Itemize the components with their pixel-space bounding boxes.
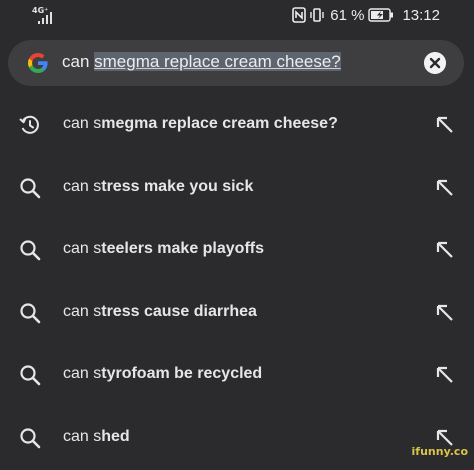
query-selected-text: smegma replace cream cheese? <box>94 52 341 71</box>
signal-bars-icon <box>38 12 52 24</box>
fill-query-arrow-icon[interactable] <box>434 177 456 199</box>
suggestion-item[interactable]: can stress make you sick <box>0 157 474 220</box>
battery-percent: 61 % <box>330 6 365 24</box>
battery-charging-icon <box>368 8 394 22</box>
suggestion-item[interactable]: can steelers make playoffs <box>0 219 474 282</box>
suggestion-text: can styrofoam be recycled <box>63 365 262 383</box>
close-icon[interactable] <box>424 52 446 74</box>
suggestion-typed-part: can s <box>63 365 102 383</box>
search-icon <box>20 428 41 449</box>
suggestion-typed-part: can s <box>63 177 102 195</box>
suggestion-completion: teelers make playoffs <box>101 240 264 258</box>
search-icon <box>20 177 41 198</box>
suggestion-item[interactable]: can shed <box>0 407 474 470</box>
search-icon <box>20 240 41 261</box>
suggestion-list: can smegma replace cream cheese? can str… <box>0 94 474 470</box>
fill-query-arrow-icon[interactable] <box>434 114 456 136</box>
fill-query-arrow-icon[interactable] <box>434 364 456 386</box>
search-icon <box>20 365 41 386</box>
suggestion-typed-part: can s <box>63 427 102 445</box>
clock: 13:12 <box>402 6 440 24</box>
suggestion-item[interactable]: can smegma replace cream cheese? <box>0 94 474 157</box>
vibrate-icon <box>310 8 324 22</box>
query-prefix: can <box>62 52 95 71</box>
status-bar: 4G⁺ 61 % 13:12 <box>0 0 474 30</box>
suggestion-text: can smegma replace cream cheese? <box>63 115 338 133</box>
watermark: ifunny.co <box>411 445 468 458</box>
search-input[interactable]: can smegma replace cream cheese? <box>62 52 341 72</box>
suggestion-text: can shed <box>63 428 130 446</box>
nfc-icon <box>292 7 307 23</box>
suggestion-item[interactable]: can styrofoam be recycled <box>0 344 474 407</box>
suggestion-typed-part: can s <box>63 115 102 132</box>
suggestion-item[interactable]: can stress cause diarrhea <box>0 282 474 345</box>
search-icon <box>20 303 41 324</box>
cellular-signal: 4G⁺ <box>32 6 62 24</box>
suggestion-typed-part: can s <box>63 302 102 320</box>
suggestion-completion: tress cause diarrhea <box>101 302 257 320</box>
fill-query-arrow-icon[interactable] <box>434 239 456 261</box>
suggestion-completion: hed <box>101 427 130 445</box>
suggestion-typed-part: can s <box>63 240 102 258</box>
suggestion-text: can steelers make playoffs <box>63 240 264 258</box>
suggestion-text: can stress cause diarrhea <box>63 303 257 321</box>
history-icon <box>19 115 39 134</box>
fill-query-arrow-icon[interactable] <box>434 302 456 324</box>
suggestion-text: can stress make you sick <box>63 178 253 196</box>
suggestion-completion: tyrofoam be recycled <box>101 365 263 383</box>
suggestion-completion: megma replace cream cheese? <box>101 115 338 132</box>
status-right-group: 61 % 13:12 <box>292 5 440 25</box>
search-bar[interactable]: can smegma replace cream cheese? <box>8 40 464 86</box>
google-g-logo-icon[interactable] <box>26 51 50 75</box>
suggestion-completion: tress make you sick <box>101 177 254 195</box>
